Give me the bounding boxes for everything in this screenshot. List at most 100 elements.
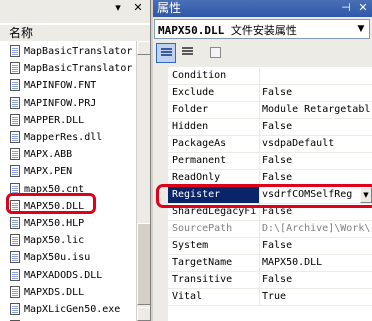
- property-row[interactable]: Exclude False: [168, 85, 372, 102]
- file-icon: [10, 131, 20, 143]
- close-icon[interactable]: ✕: [356, 1, 370, 15]
- property-value[interactable]: True: [262, 289, 370, 305]
- column-divider[interactable]: [259, 272, 260, 288]
- column-divider[interactable]: [259, 68, 260, 84]
- property-row[interactable]: Condition: [168, 68, 372, 85]
- property-row[interactable]: Vital True: [168, 289, 372, 306]
- property-row[interactable]: SourcePath D:\[Archive]\Work\: [168, 221, 372, 238]
- property-row[interactable]: Transitive False: [168, 272, 372, 289]
- scroll-up-button[interactable]: [137, 41, 150, 55]
- file-item[interactable]: MapX50u.isu: [10, 249, 134, 266]
- column-divider[interactable]: [259, 119, 260, 135]
- column-divider[interactable]: [259, 221, 260, 237]
- file-label: MAPX.ABB: [24, 149, 73, 161]
- file-item[interactable]: MAPX.ABB: [10, 146, 134, 163]
- file-pane-toolbar: ▾ ✕: [0, 0, 150, 23]
- file-label: MAPX50.HLP: [24, 218, 85, 229]
- pin-icon[interactable]: ▾: [112, 2, 124, 14]
- property-value[interactable]: False: [262, 153, 370, 169]
- property-row[interactable]: System False: [168, 238, 372, 255]
- property-row[interactable]: Folder Module Retargetabl: [168, 102, 372, 119]
- object-name: MAPX50.DLL: [158, 24, 225, 37]
- property-name: Exclude: [172, 87, 215, 98]
- file-item[interactable]: MapXLicGen50.exe: [10, 301, 134, 318]
- scroll-down-button[interactable]: [137, 307, 150, 321]
- column-divider[interactable]: [259, 289, 260, 305]
- file-icon: [10, 96, 20, 109]
- property-value[interactable]: Module Retargetabl: [262, 102, 370, 118]
- highlight-box-register: [156, 184, 372, 208]
- alphabetical-icon[interactable]: [178, 43, 198, 63]
- file-label: MapperRes.dll: [24, 132, 103, 143]
- property-value[interactable]: False: [262, 85, 370, 101]
- properties-title-bar: 属性 ⊣ ✕: [153, 0, 372, 17]
- file-icon: [10, 234, 20, 247]
- column-divider[interactable]: [259, 238, 260, 254]
- column-divider[interactable]: [259, 255, 260, 271]
- property-name: Transitive: [172, 274, 233, 285]
- file-item[interactable]: MAPX50.HLP: [10, 215, 134, 232]
- scroll-thumb[interactable]: [137, 223, 150, 305]
- property-name: Folder: [172, 104, 209, 115]
- file-item[interactable]: MapBasicTranslator: [10, 60, 134, 77]
- file-icon: [10, 45, 20, 57]
- property-value[interactable]: MAPX50.DLL: [262, 255, 370, 271]
- property-name: Condition: [172, 70, 227, 81]
- file-list-scrollbar[interactable]: [136, 41, 150, 321]
- file-icon: [10, 251, 20, 264]
- property-name: System: [172, 240, 209, 251]
- column-header-name[interactable]: 名称: [0, 24, 150, 42]
- property-name: Vital: [172, 291, 203, 302]
- file-item[interactable]: MAPINFOW.PRJ: [10, 95, 134, 112]
- file-icon: [10, 148, 20, 161]
- file-label: MAPXADODS.DLL: [24, 269, 103, 281]
- file-icon: [10, 113, 20, 126]
- properties-pane: 属性 ⊣ ✕ MAPX50.DLL 文件安装属性 ▼ Condition Excl…: [153, 0, 372, 321]
- property-name: SourcePath: [172, 223, 233, 234]
- file-item[interactable]: MAPXADODS.DLL: [10, 267, 134, 284]
- file-label: MAPXDS.DLL: [24, 286, 85, 298]
- file-item[interactable]: MapBasicTranslator: [10, 43, 134, 60]
- property-row[interactable]: Permanent False: [168, 153, 372, 170]
- property-row[interactable]: Hidden False: [168, 119, 372, 136]
- close-icon[interactable]: ✕: [132, 2, 144, 14]
- property-name: PackageAs: [172, 138, 227, 149]
- column-divider[interactable]: [259, 153, 260, 169]
- column-divider[interactable]: [259, 102, 260, 118]
- file-item[interactable]: MapperRes.dll: [10, 129, 134, 146]
- file-item[interactable]: MapX50.lic: [10, 232, 134, 249]
- object-type: 文件安装属性: [230, 24, 297, 37]
- property-row[interactable]: TargetName MAPX50.DLL: [168, 255, 372, 272]
- file-label: MAPPER.DLL: [24, 114, 85, 126]
- property-value[interactable]: False: [262, 272, 370, 288]
- property-value[interactable]: D:\[Archive]\Work\: [262, 221, 370, 237]
- file-item[interactable]: MAPINFOW.FNT: [10, 77, 134, 94]
- file-icon: [10, 62, 20, 75]
- property-value[interactable]: False: [262, 238, 370, 254]
- property-row[interactable]: PackageAs vsdpaDefault: [168, 136, 372, 153]
- categorized-icon[interactable]: [156, 43, 176, 63]
- object-selector[interactable]: MAPX50.DLL 文件安装属性 ▼: [154, 19, 370, 39]
- highlight-box-file: [6, 193, 96, 214]
- pin-icon[interactable]: ⊣: [339, 1, 353, 15]
- file-label: MapBasicTranslator: [24, 46, 133, 57]
- file-icon: [10, 79, 20, 92]
- property-value[interactable]: False: [262, 119, 370, 135]
- property-value[interactable]: vsdpaDefault: [262, 136, 370, 152]
- file-label: MAPX.PEN: [24, 166, 73, 178]
- file-item[interactable]: MAPXDS.DLL: [10, 284, 134, 301]
- column-divider[interactable]: [259, 85, 260, 101]
- file-item[interactable]: MAPX.PEN: [10, 163, 134, 180]
- file-icon: [10, 285, 20, 298]
- chevron-down-icon[interactable]: ▼: [354, 21, 368, 37]
- file-label: MAPINFOW.FNT: [24, 80, 97, 92]
- column-header-label: 名称: [9, 26, 34, 40]
- property-pages-icon[interactable]: [206, 43, 226, 63]
- file-list-pane: ▾ ✕ 名称 MapBasicTranslator MapBasicTransla…: [0, 0, 151, 321]
- file-item[interactable]: MAPPER.DLL: [10, 112, 134, 129]
- file-list: MapBasicTranslator MapBasicTranslator MAPI…: [0, 41, 136, 321]
- column-divider[interactable]: [259, 136, 260, 152]
- file-label: MapBasicTranslator: [24, 63, 133, 75]
- file-label: MapX50.lic: [24, 235, 85, 247]
- file-icon: [10, 268, 20, 281]
